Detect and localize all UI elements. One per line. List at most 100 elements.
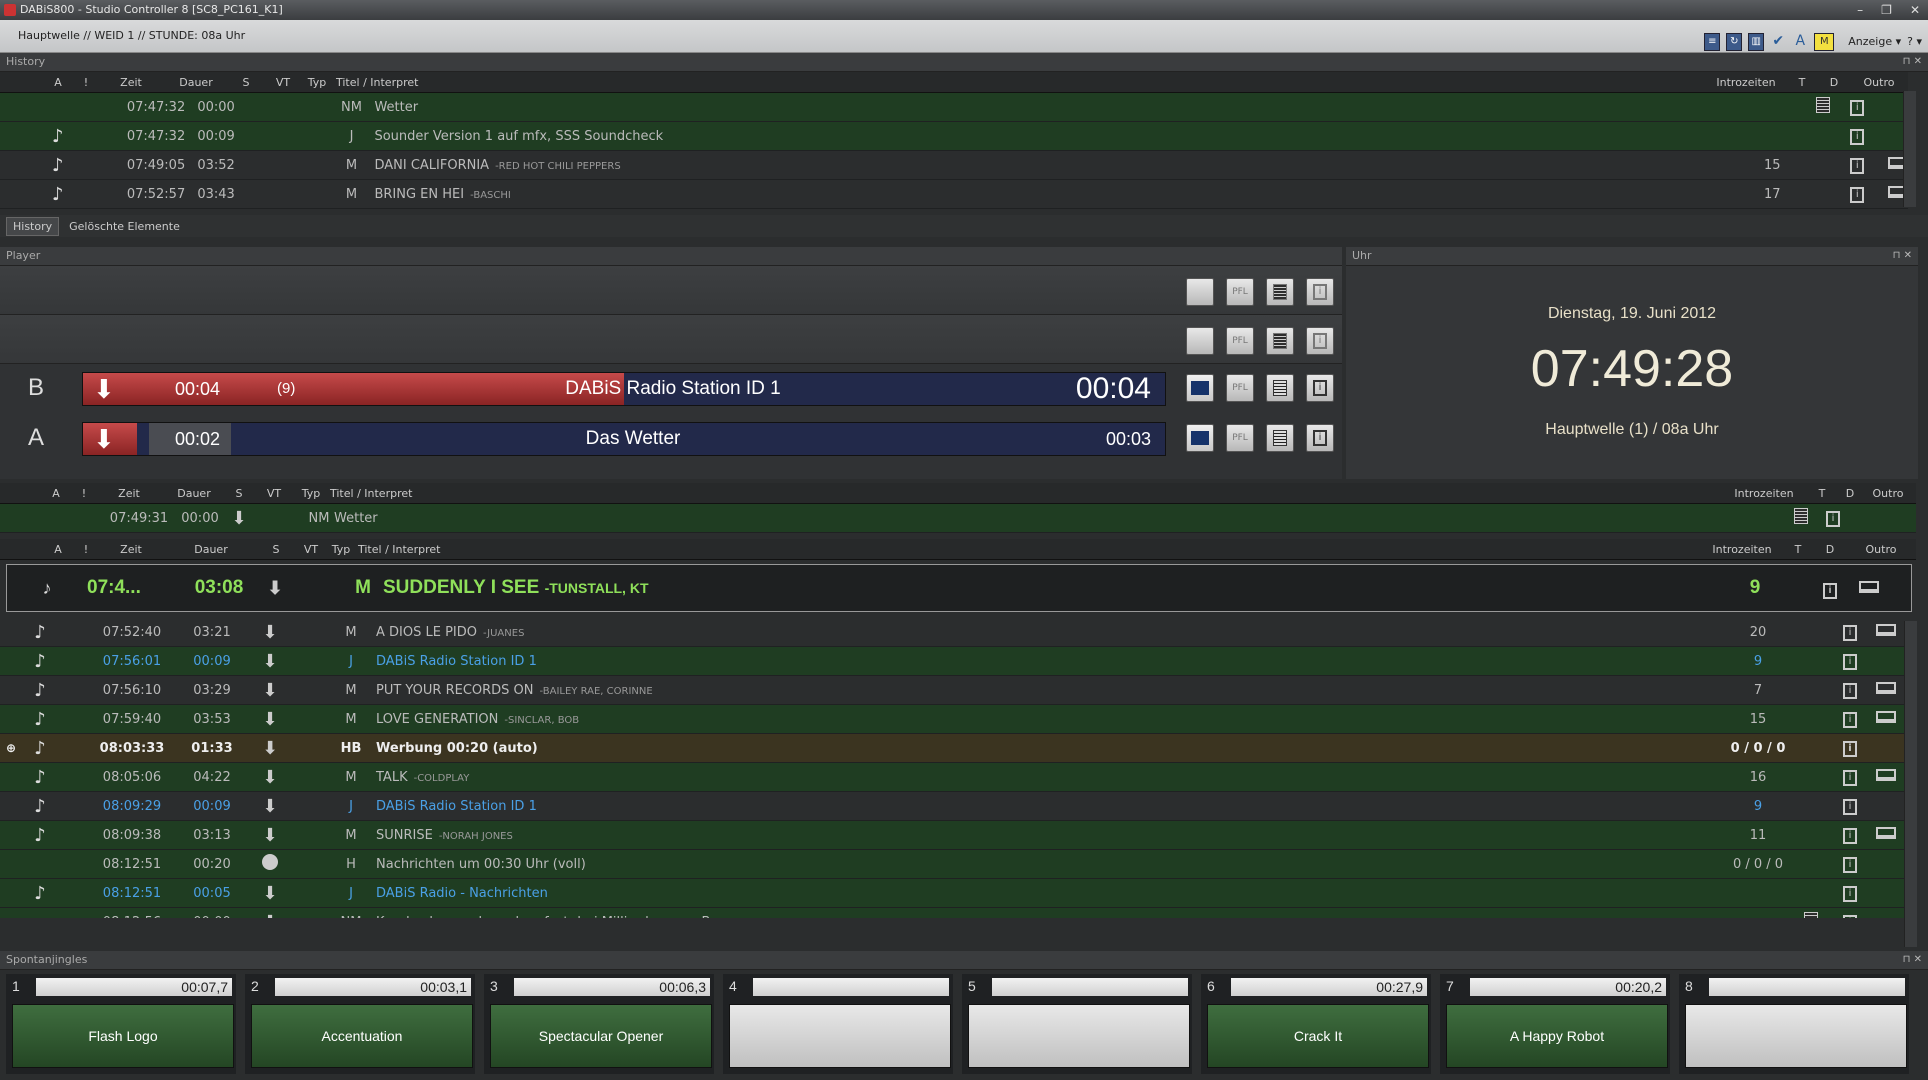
minimize-icon[interactable]: – bbox=[1857, 0, 1863, 20]
playlist-row[interactable]: ♪ 07:59:40 03:53 ⬇ M LOVE GENERATION -SINCLAR,… bbox=[0, 705, 1904, 734]
text-a-icon[interactable]: A bbox=[1792, 33, 1808, 51]
doc-icon[interactable] bbox=[1794, 508, 1826, 528]
playlist-row[interactable]: ♪ 08:09:29 00:09 ⬇ J DABiS Radio Station ID 1… bbox=[0, 792, 1904, 821]
slot-color-button[interactable] bbox=[1186, 374, 1214, 402]
doc-icon[interactable] bbox=[1790, 912, 1832, 918]
list-icon[interactable]: ≡ bbox=[1704, 33, 1721, 51]
pfl-button[interactable]: PFL bbox=[1226, 327, 1254, 355]
note-icon: ♪ bbox=[34, 795, 46, 817]
playlist-row[interactable]: ♪ 07:56:10 03:29 ⬇ M PUT YOUR RECORDS ON -BAIL… bbox=[0, 676, 1904, 705]
info-icon[interactable]: i bbox=[1830, 128, 1865, 145]
info-icon[interactable]: i bbox=[1306, 327, 1334, 355]
outro-icon[interactable] bbox=[1859, 577, 1899, 599]
info-icon[interactable]: i bbox=[1832, 769, 1868, 786]
info-icon[interactable]: i bbox=[1832, 798, 1868, 815]
info-icon[interactable]: i bbox=[1832, 711, 1868, 728]
info-icon[interactable]: i bbox=[1832, 740, 1868, 757]
info-icon[interactable]: i bbox=[1830, 157, 1865, 174]
pfl-button[interactable]: PFL bbox=[1226, 424, 1254, 452]
playlist-row[interactable]: 08:12:5600:00⬇NMKrankenkassen brauchen f… bbox=[0, 908, 1904, 918]
pin-icon[interactable]: ⊓ ✕ bbox=[1903, 53, 1922, 71]
playlist-row[interactable]: ♪ 08:05:06 04:22 ⬇ M TALK -COLDPLAY 16 i bbox=[0, 763, 1904, 792]
info-icon[interactable]: i bbox=[1306, 424, 1334, 452]
jingle-number: 3 bbox=[490, 978, 498, 994]
doc-icon[interactable] bbox=[1266, 278, 1294, 306]
jingles-panel-title: Spontanjingles ⊓ ✕ bbox=[0, 951, 1928, 970]
playlist-row[interactable]: ♪ 07:52:40 03:21 ⬇ M A DIOS LE PIDO -JUANES 20 i bbox=[0, 618, 1904, 647]
deck-b-count: (9) bbox=[277, 380, 296, 397]
info-icon[interactable]: i bbox=[1832, 653, 1868, 670]
jingle-button[interactable] bbox=[729, 1004, 951, 1068]
info-icon[interactable]: i bbox=[1832, 682, 1868, 699]
outro-icon[interactable] bbox=[1864, 186, 1909, 202]
playlist-row[interactable]: ⊕ ♪ 08:03:33 01:33 ⬇ HB Werbung 00:20 (auto) 0 … bbox=[0, 734, 1904, 763]
restore-icon[interactable]: ❐ bbox=[1881, 0, 1892, 20]
deck-a-remaining: 00:03 bbox=[1105, 429, 1151, 449]
trash-icon[interactable]: ▥ bbox=[1748, 33, 1765, 51]
pfl-button[interactable]: PFL bbox=[1226, 374, 1254, 402]
jingle-button[interactable]: Accentuation bbox=[251, 1004, 473, 1068]
outro-icon[interactable] bbox=[1868, 769, 1904, 785]
jingle-button[interactable] bbox=[968, 1004, 1190, 1068]
history-row[interactable]: 07:47:32 00:00 NM Wetter i bbox=[0, 93, 1908, 122]
deck-a: A ⬇ 00:02 Das Wetter 00:03 PFL i bbox=[0, 414, 1342, 464]
info-icon[interactable]: i bbox=[1832, 624, 1868, 641]
m-icon[interactable]: M bbox=[1814, 33, 1835, 51]
info-icon[interactable]: i bbox=[1832, 827, 1868, 844]
playlist-row[interactable]: ♪ 08:09:38 03:13 ⬇ M SUNRISE -NORAH JONES 11 i bbox=[0, 821, 1904, 850]
info-icon[interactable]: i bbox=[1306, 374, 1334, 402]
next-row[interactable]: 07:49:31 00:00 ⬇ NM Wetter i bbox=[0, 504, 1916, 533]
outro-icon[interactable] bbox=[1864, 157, 1909, 173]
check-icon[interactable]: ✔ bbox=[1770, 33, 1786, 51]
tab-history[interactable]: History bbox=[6, 216, 60, 236]
info-icon[interactable]: i bbox=[1826, 510, 1856, 527]
current-row[interactable]: ♪ 07:4... 03:08 ⬇ M SUDDENLY I SEE -TUNS… bbox=[6, 564, 1912, 612]
history-row[interactable]: ♪ 07:47:32 00:09 J Sounder Version 1 auf mfx… bbox=[0, 122, 1908, 151]
tab-geloeschte-elemente[interactable]: Gelöschte Elemente bbox=[63, 218, 186, 235]
info-icon[interactable]: i bbox=[1832, 856, 1868, 873]
info-icon[interactable]: i bbox=[1832, 885, 1868, 902]
playlist-scrollbar[interactable] bbox=[1904, 621, 1917, 947]
add-icon[interactable]: ⊕ bbox=[0, 741, 22, 755]
slot-color-button[interactable] bbox=[1186, 424, 1214, 452]
jingle-button[interactable]: Spectacular Opener bbox=[490, 1004, 712, 1068]
info-icon[interactable]: i bbox=[1830, 186, 1865, 203]
history-row[interactable]: ♪ 07:52:57 03:43 M BRING EN HEI -BASCHI 17 i bbox=[0, 180, 1909, 209]
clock-panel: Uhr ⊓ ✕ Dienstag, 19. Juni 2012 07:49:28 … bbox=[1346, 247, 1918, 479]
deck-a-elapsed: 00:02 bbox=[175, 429, 221, 449]
deck-a-bar[interactable]: ⬇ 00:02 Das Wetter 00:03 bbox=[82, 422, 1166, 456]
outro-icon[interactable] bbox=[1868, 711, 1904, 727]
jingle-button[interactable]: Flash Logo bbox=[12, 1004, 234, 1068]
doc-icon[interactable] bbox=[1266, 327, 1294, 355]
jingle-button[interactable]: Crack It bbox=[1207, 1004, 1429, 1068]
close-icon[interactable]: ✕ bbox=[1910, 0, 1920, 20]
pfl-button[interactable]: PFL bbox=[1226, 278, 1254, 306]
playlist-row[interactable]: ♪ 08:12:51 00:05 ⬇ J DABiS Radio - Nachrichte… bbox=[0, 879, 1904, 908]
jingle-button[interactable] bbox=[1685, 1004, 1907, 1068]
window-titlebar: DABiS800 - Studio Controller 8 [SC8_PC16… bbox=[0, 0, 1928, 20]
slot-color-button[interactable] bbox=[1186, 278, 1214, 306]
history-tabs: History Gelöschte Elemente bbox=[0, 215, 1928, 237]
pin-icon[interactable]: ⊓ ✕ bbox=[1903, 951, 1922, 969]
deck-b-title: DABiS Radio Station ID 1 bbox=[565, 378, 781, 399]
doc-icon[interactable] bbox=[1266, 424, 1294, 452]
outro-icon[interactable] bbox=[1868, 827, 1904, 843]
slot-color-button[interactable] bbox=[1186, 327, 1214, 355]
info-icon[interactable]: i bbox=[1832, 914, 1868, 918]
info-icon[interactable]: i bbox=[1830, 99, 1865, 116]
jingle-number: 4 bbox=[729, 978, 737, 994]
pin-icon[interactable]: ⊓ ✕ bbox=[1893, 247, 1912, 265]
doc-icon[interactable] bbox=[1781, 97, 1831, 117]
info-icon[interactable]: i bbox=[1306, 278, 1334, 306]
playlist-row[interactable]: 08:12:51 00:20 H Nachrichten um 00:30 Uhr (… bbox=[0, 850, 1904, 879]
history-row[interactable]: ♪ 07:49:05 03:52 M DANI CALIFORNIA -RED HOT C… bbox=[0, 151, 1909, 180]
history-scrollbar[interactable] bbox=[1903, 91, 1916, 207]
outro-icon[interactable] bbox=[1868, 624, 1904, 640]
outro-icon[interactable] bbox=[1868, 682, 1904, 698]
deck-b-bar[interactable]: ⬇ 00:04 (9) DABiS Radio Station ID 1 00:… bbox=[82, 372, 1166, 406]
playlist-row[interactable]: ♪ 07:56:01 00:09 ⬇ J DABiS Radio Station ID 1… bbox=[0, 647, 1904, 676]
jingle-button[interactable]: A Happy Robot bbox=[1446, 1004, 1668, 1068]
refresh-icon[interactable]: ↻ bbox=[1726, 33, 1743, 51]
info-icon[interactable]: i bbox=[1823, 577, 1859, 599]
doc-icon[interactable] bbox=[1266, 374, 1294, 402]
